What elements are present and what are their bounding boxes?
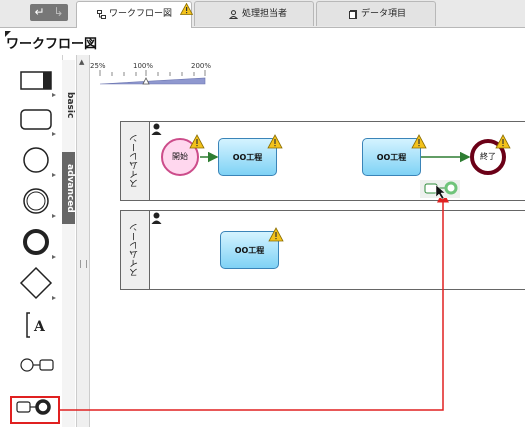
end-connector-icon — [444, 181, 458, 195]
highlight-connector-line — [60, 190, 449, 411]
warning-icon — [268, 227, 284, 242]
warning-icon — [495, 134, 511, 149]
warning-icon — [411, 134, 427, 149]
warning-icon — [267, 134, 283, 149]
diagram-overlay — [60, 134, 511, 411]
warning-icon — [189, 134, 205, 149]
